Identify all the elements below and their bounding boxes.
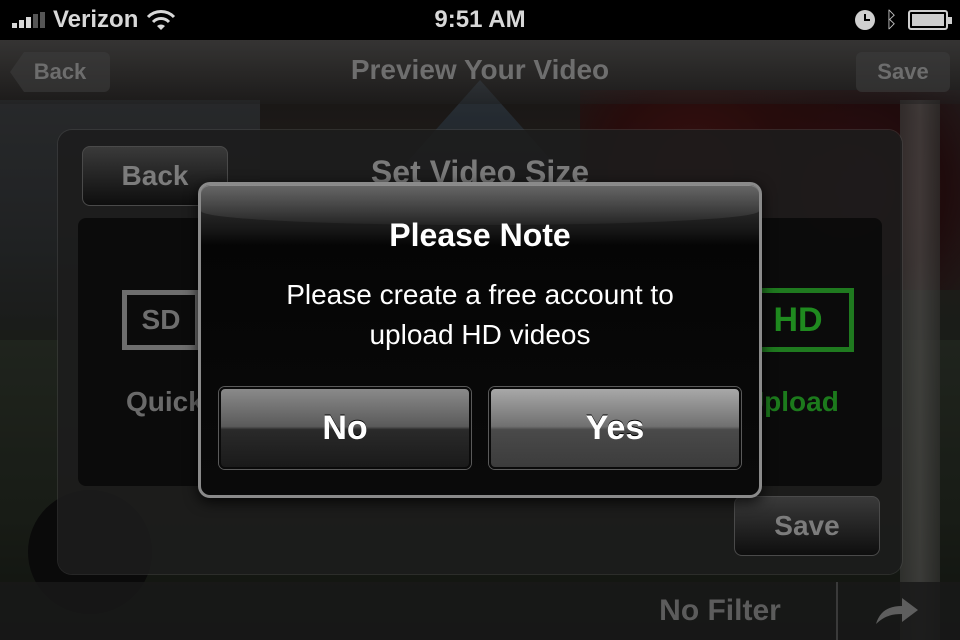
alert-message: Please create a free account to upload H…: [221, 275, 739, 355]
filter-button[interactable]: No Filter: [600, 594, 840, 628]
alert-no-button[interactable]: No: [219, 387, 471, 469]
nav-bar: Back Preview Your Video Save: [0, 40, 960, 104]
bottom-toolbar: No Filter: [0, 582, 960, 640]
carrier-name: Verizon: [53, 6, 139, 33]
clock-icon: [854, 10, 875, 30]
status-bar: Verizon 9:51 AM ᛒ: [0, 0, 960, 40]
sd-option[interactable]: SD: [122, 290, 200, 350]
alert-yes-button[interactable]: Yes: [489, 387, 741, 469]
status-right: ᛒ: [854, 7, 952, 33]
nav-title: Preview Your Video: [350, 54, 610, 85]
signal-icon: [12, 12, 45, 28]
wifi-icon: [147, 10, 176, 30]
alert-message-line1: Please create a free account to: [286, 279, 674, 310]
panel-save-button[interactable]: Save: [734, 496, 880, 556]
alert-dialog: Please Note Please create a free account…: [198, 182, 762, 498]
share-arrow-icon[interactable]: [872, 594, 922, 628]
alert-title: Please Note: [389, 217, 571, 253]
nav-save-button[interactable]: Save: [856, 52, 950, 92]
status-left: Verizon: [12, 6, 176, 34]
toolbar-divider: [836, 582, 838, 640]
alert-message-line2: upload HD videos: [369, 319, 591, 350]
bluetooth-icon: ᛒ: [884, 7, 898, 33]
battery-charging-icon: [908, 10, 952, 30]
